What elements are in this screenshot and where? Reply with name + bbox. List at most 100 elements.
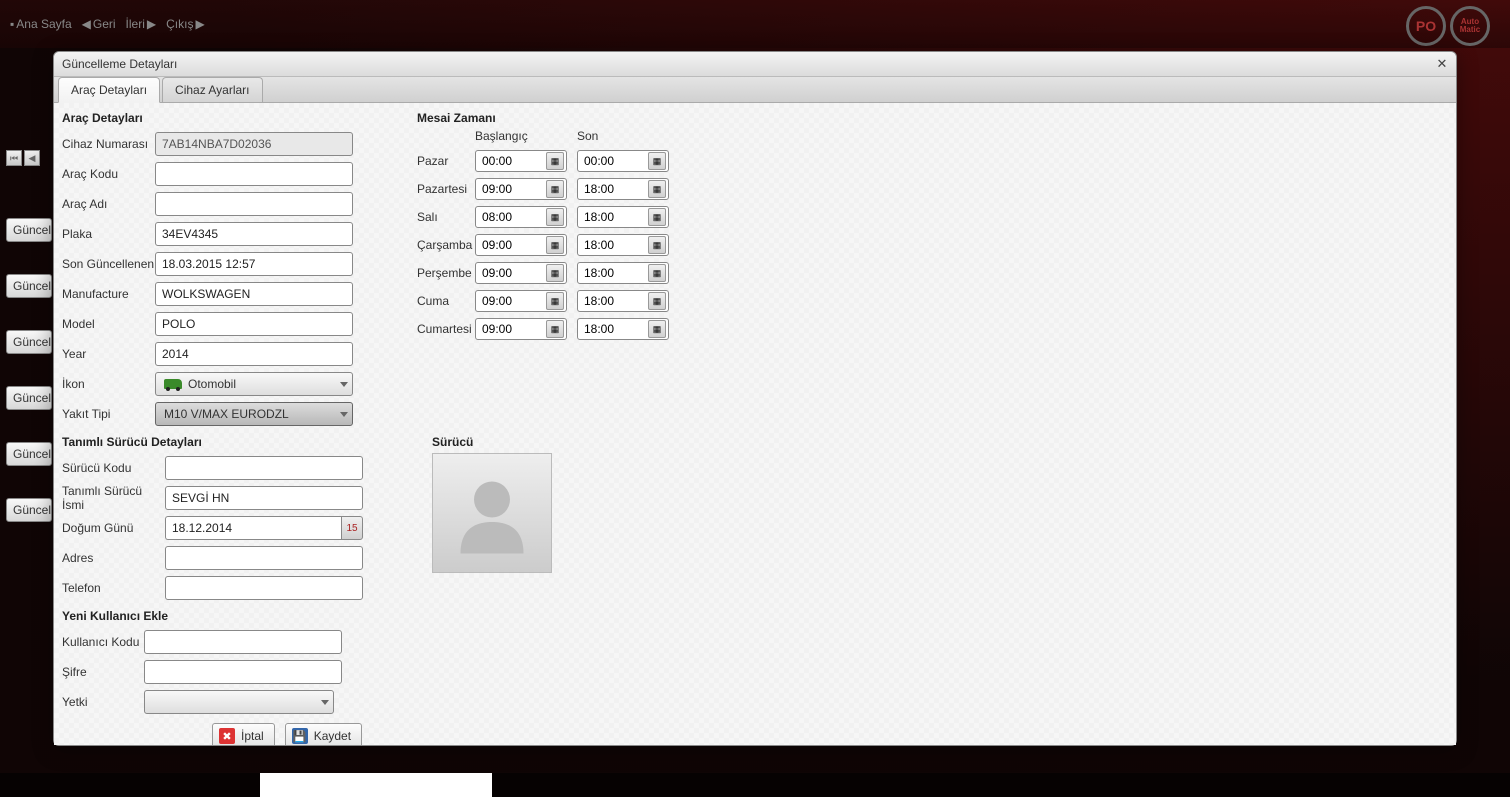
fuel-select-value: M10 V/MAX EURODZL [164,407,289,421]
time-picker-icon[interactable]: ▦ [546,320,564,338]
modal-title-text: Güncelleme Detayları [62,57,177,71]
label-driver-address: Adres [62,551,165,565]
save-button[interactable]: 💾 Kaydet [285,723,362,745]
label-device-no: Cihaz Numarası [62,137,155,151]
chevron-right-icon: ▶ [147,17,156,31]
fuel-select[interactable]: M10 V/MAX EURODZL [155,402,353,426]
calendar-icon[interactable]: 15 [341,516,363,540]
hours-head-end: Son [577,129,679,143]
nav-exit[interactable]: Çıkış ▶ [166,17,205,31]
vehicle-section-title: Araç Detayları [62,111,417,125]
persembe-start-input[interactable]: 09:00▦ [475,262,567,284]
user-pass-field[interactable] [144,660,342,684]
pazartesi-end-input[interactable]: 18:00▦ [577,178,669,200]
time-picker-icon[interactable]: ▦ [648,236,666,254]
cuma-start-input[interactable]: 09:00▦ [475,290,567,312]
pazar-end-input[interactable]: 00:00▦ [577,150,669,172]
time-picker-icon[interactable]: ▦ [546,180,564,198]
vehicle-code-field[interactable] [155,162,353,186]
bg-update-button[interactable]: Güncelle [6,274,52,298]
cumartesi-start-input[interactable]: 09:00▦ [475,318,567,340]
manufacture-field[interactable] [155,282,353,306]
bg-update-button[interactable]: Güncelle [6,498,52,522]
driver-name-field[interactable] [165,486,363,510]
label-driver-dob: Doğum Günü [62,521,165,535]
carsamba-start-input[interactable]: 09:00▦ [475,234,567,256]
time-picker-icon[interactable]: ▦ [648,292,666,310]
driver-details-column: Tanımlı Sürücü Detayları Sürücü Kodu Tan… [62,433,432,603]
pazar-start-input[interactable]: 00:00▦ [475,150,567,172]
sali-end-input[interactable]: 18:00▦ [577,206,669,228]
user-code-field[interactable] [144,630,342,654]
last-updated-field[interactable] [155,252,353,276]
modal-titlebar: Güncelleme Detayları ✕ [54,52,1456,77]
persembe-end-input[interactable]: 18:00▦ [577,262,669,284]
driver-address-field[interactable] [165,546,363,570]
plate-field[interactable] [155,222,353,246]
cuma-end-input[interactable]: 18:00▦ [577,290,669,312]
close-icon[interactable]: ✕ [1434,56,1450,72]
bg-update-buttons: Güncelle Güncelle Güncelle Güncelle Günc… [6,218,52,522]
time-picker-icon[interactable]: ▦ [546,264,564,282]
driver-code-field[interactable] [165,456,363,480]
bg-update-button[interactable]: Güncelle [6,386,52,410]
time-picker-icon[interactable]: ▦ [648,264,666,282]
vehicle-details-column: Araç Detayları Cihaz Numarası Araç Kodu … [62,109,417,429]
nav-forward[interactable]: İleri ▶ [126,17,157,31]
logo-automatic-icon: Auto Matic [1450,6,1490,46]
modal-body: Araç Detayları Cihaz Numarası Araç Kodu … [54,103,1456,745]
time-picker-icon[interactable]: ▦ [648,320,666,338]
sali-start-input[interactable]: 08:00▦ [475,206,567,228]
cancel-button-label: İptal [241,729,264,743]
time-picker-icon[interactable]: ▦ [546,152,564,170]
person-icon [447,468,537,558]
time-picker-icon[interactable]: ▦ [648,208,666,226]
cumartesi-end-input[interactable]: 18:00▦ [577,318,669,340]
nav-home[interactable]: ▪ Ana Sayfa [10,17,72,31]
cancel-button[interactable]: ✖ İptal [212,723,275,745]
time-picker-icon[interactable]: ▦ [546,236,564,254]
pager-first-icon[interactable]: ⏮ [6,150,22,166]
hours-row-cumartesi: Cumartesi 09:00▦ 18:00▦ [417,315,687,343]
tab-device-settings[interactable]: Cihaz Ayarları [162,77,262,102]
modal-button-bar: ✖ İptal 💾 Kaydet [212,723,1448,745]
time-picker-icon[interactable]: ▦ [648,152,666,170]
bg-pager: ⏮ ◀ [6,150,40,166]
driver-phone-field[interactable] [165,576,363,600]
bg-update-button[interactable]: Güncelle [6,442,52,466]
pager-prev-icon[interactable]: ◀ [24,150,40,166]
bg-update-button[interactable]: Güncelle [6,330,52,354]
hours-row-sali: Salı 08:00▦ 18:00▦ [417,203,687,231]
icon-select-value: Otomobil [188,377,236,391]
vehicle-name-field[interactable] [155,192,353,216]
chevron-right-icon: ▶ [195,17,204,31]
label-plate: Plaka [62,227,155,241]
cancel-icon: ✖ [219,728,235,744]
chevron-down-icon [340,382,348,387]
driver-dob-field[interactable] [165,516,341,540]
time-picker-icon[interactable]: ▦ [546,292,564,310]
label-fuel: Yakıt Tipi [62,407,155,421]
pazartesi-start-input[interactable]: 09:00▦ [475,178,567,200]
chevron-down-icon [321,700,329,705]
nav-home-label: Ana Sayfa [16,17,71,31]
top-navbar: ▪ Ana Sayfa ◀ Geri İleri ▶ Çıkış ▶ PO Au… [0,0,1510,48]
label-vehicle-code: Araç Kodu [62,167,155,181]
model-field[interactable] [155,312,353,336]
avatar [432,453,552,573]
time-picker-icon[interactable]: ▦ [546,208,564,226]
hours-row-cuma: Cuma 09:00▦ 18:00▦ [417,287,687,315]
label-driver-name: Tanımlı Sürücü İsmi [62,484,165,512]
footer-strip [0,773,1510,797]
car-icon [164,379,182,389]
icon-select[interactable]: Otomobil [155,372,353,396]
new-user-column: Yeni Kullanıcı Ekle Kullanıcı Kodu Şifre… [62,609,402,717]
bg-update-button[interactable]: Güncelle [6,218,52,242]
tab-vehicle-details[interactable]: Araç Detayları [58,77,160,103]
time-picker-icon[interactable]: ▦ [648,180,666,198]
user-role-select[interactable] [144,690,334,714]
hours-head-start: Başlangıç [475,129,577,143]
year-field[interactable] [155,342,353,366]
carsamba-end-input[interactable]: 18:00▦ [577,234,669,256]
nav-back[interactable]: ◀ Geri [82,17,116,31]
